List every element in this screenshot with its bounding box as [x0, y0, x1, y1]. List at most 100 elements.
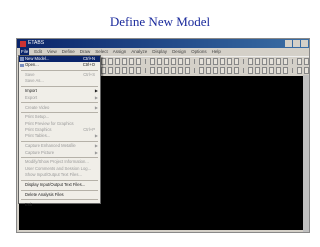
close-icon[interactable] [301, 40, 308, 47]
menu-divider [21, 86, 98, 88]
toolbar-button-icon[interactable] [220, 58, 226, 65]
menu-item-exit[interactable]: Exit [19, 202, 100, 208]
menu-item-label: Import [25, 88, 37, 94]
toolbar-button-icon[interactable] [255, 67, 261, 74]
menu-item-label: Open... [25, 62, 39, 68]
menu-divider [21, 140, 98, 142]
toolbar-button-icon[interactable] [220, 67, 226, 74]
toolbar-button-icon[interactable] [269, 67, 275, 74]
toolbar-button-icon[interactable] [227, 58, 233, 65]
toolbar-button-icon[interactable] [304, 67, 310, 74]
toolbar-button-icon[interactable] [149, 67, 156, 74]
toolbar-separator [243, 59, 244, 64]
toolbar-button-icon[interactable] [234, 58, 240, 65]
menu-item-display-input-output-text-files[interactable]: Display Input/Output Text Files... [19, 182, 100, 188]
toolbar-button-icon[interactable] [122, 58, 128, 65]
menu-item-label: Capture Enhanced Metafile [25, 143, 76, 149]
window-controls [285, 40, 309, 47]
menu-item-label: Save [25, 72, 35, 78]
menu-item-delete-analysis-files[interactable]: Delete Analysis Files [19, 192, 100, 198]
toolbar-button-icon[interactable] [178, 67, 184, 74]
toolbar-button-icon[interactable] [262, 58, 268, 65]
submenu-arrow-icon: ▶ [94, 94, 98, 100]
menu-analyze[interactable]: Analyze [131, 48, 147, 56]
menu-item-label: Show Input/Output Text Files... [25, 172, 82, 178]
toolbar-button-icon[interactable] [283, 67, 289, 74]
maximize-icon[interactable] [293, 40, 300, 47]
toolbar-button-icon[interactable] [101, 67, 107, 74]
toolbar-button-icon[interactable] [247, 58, 254, 65]
toolbar-button-icon[interactable] [276, 58, 282, 65]
menu-item-label: User Comments and Session Log... [25, 165, 92, 171]
menu-item-label: Save As... [25, 78, 44, 84]
slide-title: Define New Model [109, 14, 211, 29]
toolbar-separator [292, 59, 293, 64]
menu-divider [21, 179, 98, 181]
toolbar-button-icon[interactable] [122, 67, 128, 74]
menu-item-create-video: Create Video ▶ [19, 105, 100, 111]
toolbar-button-icon[interactable] [185, 67, 191, 74]
toolbar-button-icon[interactable] [247, 67, 254, 74]
toolbar-separator [194, 68, 195, 73]
toolbar-button-icon[interactable] [171, 58, 177, 65]
toolbar-button-icon[interactable] [296, 58, 302, 65]
toolbar-button-icon[interactable] [115, 67, 121, 74]
menu-options[interactable]: Options [191, 48, 207, 56]
menu-design[interactable]: Design [172, 48, 186, 56]
menu-assign[interactable]: Assign [113, 48, 127, 56]
toolbar-button-icon[interactable] [304, 58, 310, 65]
toolbar-button-icon[interactable] [108, 58, 114, 65]
toolbar-button-icon[interactable] [157, 67, 163, 74]
toolbar-button-icon[interactable] [276, 67, 282, 74]
toolbar-button-icon[interactable] [136, 67, 142, 74]
menu-item-label: Export [25, 94, 38, 100]
toolbar-button-icon[interactable] [149, 58, 156, 65]
menu-display[interactable]: Display [152, 48, 167, 56]
menu-item-show-input-output-text-files: Show Input/Output Text Files... [19, 172, 100, 178]
menu-item-open[interactable]: Open... Ctrl+O [19, 62, 100, 68]
toolbar-button-icon[interactable] [198, 67, 205, 74]
toolbar-button-icon[interactable] [164, 58, 170, 65]
menu-item-label: New Model... [25, 56, 50, 61]
toolbar-button-icon[interactable] [296, 67, 302, 74]
toolbar-button-icon[interactable] [227, 67, 233, 74]
toolbar-button-icon[interactable] [101, 58, 107, 65]
toolbar-button-icon[interactable] [115, 58, 121, 65]
toolbar-button-icon[interactable] [206, 58, 212, 65]
title-bar: ETABS [17, 39, 309, 48]
toolbar-button-icon[interactable] [129, 58, 135, 65]
menu-item-capture-picture: Capture Picture ▶ [19, 150, 100, 156]
app-logo-icon [20, 40, 26, 47]
file-menu-dropdown: New Model... Ctrl+N Open... Ctrl+O Save Ctrl+… [18, 55, 101, 207]
menu-item-label: Capture Picture [25, 149, 55, 155]
toolbar-button-icon[interactable] [178, 58, 184, 65]
submenu-arrow-icon: ▶ [94, 149, 98, 155]
toolbar-button-icon[interactable] [198, 58, 205, 65]
toolbar-button-icon[interactable] [255, 58, 261, 65]
menu-item-save-as: Save As... [19, 78, 100, 84]
submenu-arrow-icon: ▶ [94, 104, 98, 110]
menu-divider [21, 102, 98, 104]
vertical-scrollbar[interactable] [303, 75, 309, 232]
menu-item-label: Create Video [25, 104, 50, 110]
toolbar-separator [145, 68, 146, 73]
toolbar-button-icon[interactable] [262, 67, 268, 74]
menu-help[interactable]: Help [212, 48, 221, 56]
toolbar-button-icon[interactable] [185, 58, 191, 65]
open-folder-icon [20, 63, 24, 68]
toolbar-separator [194, 59, 195, 64]
menu-item-label: Modify/Show Project Information... [25, 159, 89, 165]
toolbar-button-icon[interactable] [171, 67, 177, 74]
toolbar-button-icon[interactable] [129, 67, 135, 74]
toolbar-button-icon[interactable] [283, 58, 289, 65]
toolbar-button-icon[interactable] [157, 58, 163, 65]
toolbar-button-icon[interactable] [164, 67, 170, 74]
toolbar-button-icon[interactable] [136, 58, 142, 65]
toolbar-button-icon[interactable] [206, 67, 212, 74]
toolbar-button-icon[interactable] [213, 58, 219, 65]
toolbar-button-icon[interactable] [269, 58, 275, 65]
toolbar-button-icon[interactable] [108, 67, 114, 74]
minimize-icon[interactable] [285, 40, 292, 47]
toolbar-button-icon[interactable] [234, 67, 240, 74]
toolbar-button-icon[interactable] [213, 67, 219, 74]
